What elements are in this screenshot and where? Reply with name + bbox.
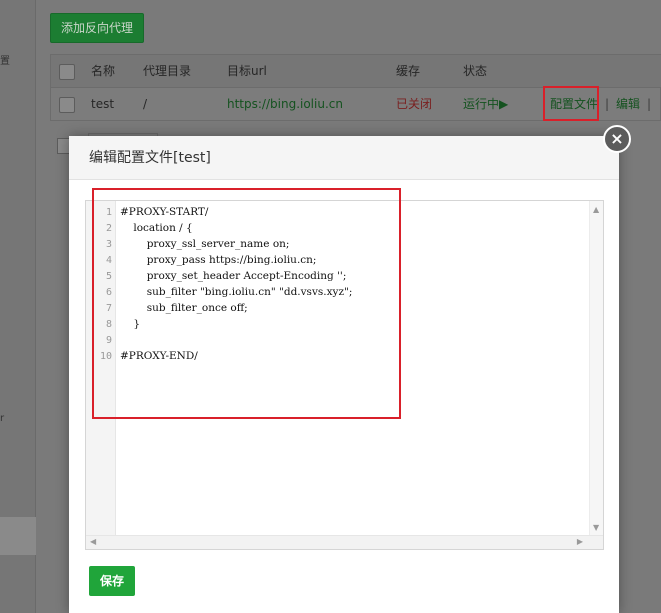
left-sidebar: 置 r xyxy=(0,0,36,613)
action-separator: | xyxy=(605,97,610,111)
scroll-left-icon[interactable]: ◀ xyxy=(90,537,96,546)
header-name: 名称 xyxy=(91,64,116,78)
edit-link[interactable]: 编辑 xyxy=(616,88,640,121)
row-cache-status[interactable]: 已关闭 xyxy=(396,88,432,121)
config-file-highlight xyxy=(543,86,599,121)
header-cache: 缓存 xyxy=(396,64,421,78)
close-icon[interactable]: × xyxy=(603,125,631,153)
sidebar-fragment: r xyxy=(0,413,5,424)
row-proxy-dir: / xyxy=(143,97,148,111)
scroll-right-icon[interactable]: ▶ xyxy=(577,537,583,546)
horizontal-scrollbar[interactable]: ◀ ▶ xyxy=(86,535,603,549)
add-reverse-proxy-button[interactable]: 添加反向代理 xyxy=(50,13,144,43)
scroll-up-icon[interactable]: ▲ xyxy=(593,205,599,214)
modal-title: 编辑配置文件[test] xyxy=(89,150,211,166)
header-proxy-dir: 代理目录 xyxy=(143,64,192,78)
sidebar-fragment: 置 xyxy=(0,56,10,67)
select-all-checkbox[interactable] xyxy=(59,64,75,80)
header-target-url: 目标url xyxy=(227,64,267,78)
header-status: 状态 xyxy=(463,64,488,78)
vertical-scrollbar[interactable]: ▲ ▼ xyxy=(589,201,603,536)
row-target-url[interactable]: https://bing.ioliu.cn xyxy=(227,88,343,121)
code-highlight-box xyxy=(92,188,401,419)
action-separator: | xyxy=(647,97,652,111)
row-name: test xyxy=(91,97,115,111)
scroll-down-icon[interactable]: ▼ xyxy=(593,523,599,532)
save-button[interactable]: 保存 xyxy=(89,566,135,596)
modal-header: 编辑配置文件[test] xyxy=(69,136,619,180)
table-header: 名称 代理目录 目标url 缓存 状态 xyxy=(51,55,661,88)
row-run-status[interactable]: 运行中▶ xyxy=(463,88,508,121)
sidebar-selected-item[interactable] xyxy=(0,517,36,555)
row-checkbox[interactable] xyxy=(59,97,75,113)
